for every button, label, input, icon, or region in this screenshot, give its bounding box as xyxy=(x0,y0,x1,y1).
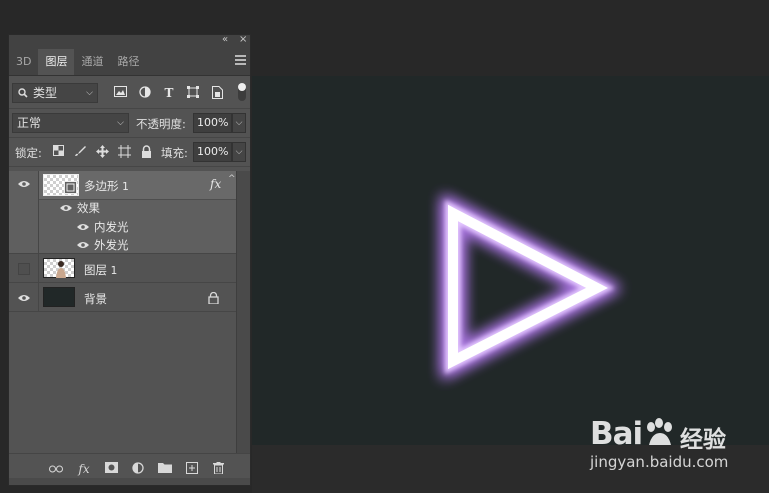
lock-pixels-icon[interactable] xyxy=(73,145,87,159)
opacity-label: 不透明度: xyxy=(136,117,186,131)
shape-filter-icon[interactable] xyxy=(186,86,200,100)
document-canvas[interactable] xyxy=(252,76,769,445)
shape-layer-badge-icon xyxy=(64,181,77,194)
effect-inner-glow[interactable]: 内发光 xyxy=(94,219,129,235)
collapse-icon[interactable]: « xyxy=(222,34,228,45)
eye-icon[interactable] xyxy=(77,241,89,249)
panel-menu-icon[interactable] xyxy=(235,55,246,65)
new-adjustment-layer-icon[interactable] xyxy=(130,462,146,476)
eye-icon xyxy=(18,295,30,301)
layers-panel: « × 3D 图层 通道 路径 类型 ⌵ T 正常 ⌵ 不透明度: 100% ⌵… xyxy=(8,34,251,486)
opacity-input[interactable]: 100% xyxy=(193,113,232,133)
search-icon xyxy=(18,88,28,98)
tab-layers[interactable]: 图层 xyxy=(38,49,75,75)
person-photo-icon xyxy=(56,261,66,278)
lock-row: 锁定: 填充: 100% ⌵ xyxy=(9,138,250,167)
fill-dropdown-icon[interactable]: ⌵ xyxy=(232,142,246,162)
visibility-checkbox xyxy=(18,263,30,275)
delete-layer-icon[interactable] xyxy=(210,462,226,476)
blend-mode-value: 正常 xyxy=(17,116,42,130)
visibility-toggle[interactable] xyxy=(9,283,39,311)
visibility-toggle[interactable] xyxy=(9,171,39,253)
tab-channels[interactable]: 通道 xyxy=(74,49,110,75)
blend-mode-select[interactable]: 正常 ⌵ xyxy=(12,113,129,133)
layer-thumbnail xyxy=(43,287,75,307)
lock-artboard-icon[interactable] xyxy=(117,145,131,159)
lock-label: 锁定: xyxy=(15,146,42,160)
layer-thumbnail xyxy=(43,174,79,196)
adjustment-filter-icon[interactable] xyxy=(138,86,152,100)
opacity-dropdown-icon[interactable]: ⌵ xyxy=(232,113,246,133)
new-layer-icon[interactable] xyxy=(184,462,200,476)
new-group-icon[interactable] xyxy=(157,462,173,476)
watermark-brand: Bai xyxy=(590,416,643,452)
layers-scrollbar[interactable] xyxy=(236,171,250,453)
watermark-cn: 经验 xyxy=(680,427,726,453)
effect-outer-glow[interactable]: 外发光 xyxy=(94,237,129,253)
layer-row-background[interactable]: 背景 xyxy=(9,283,236,312)
layers-list: 多边形 1 fx ^ 效果 内发光 外发光 图层 1 背景 xyxy=(9,171,250,453)
fill-label: 填充: xyxy=(161,146,188,160)
lock-transparent-icon[interactable] xyxy=(51,145,65,159)
panel-tabs: 3D 图层 通道 路径 xyxy=(9,48,250,76)
link-layers-icon[interactable] xyxy=(48,462,64,476)
lock-all-icon[interactable] xyxy=(139,145,153,159)
baidu-jingyan-watermark: Bai du 经验 jingyan.baidu.com xyxy=(590,408,760,478)
add-layer-style-icon[interactable]: fx xyxy=(76,462,92,476)
layer-name: 图层 1 xyxy=(84,263,118,277)
fill-input[interactable]: 100% xyxy=(193,142,232,162)
layer-thumbnail xyxy=(43,258,75,278)
layer-row-image[interactable]: 图层 1 xyxy=(9,254,236,283)
chevron-down-icon: ⌵ xyxy=(86,88,93,98)
panel-resize-grip[interactable] xyxy=(9,478,250,485)
chevron-up-icon[interactable]: ^ xyxy=(228,174,236,184)
visibility-toggle[interactable] xyxy=(9,254,39,282)
effects-label: 效果 xyxy=(77,201,100,215)
filter-kind-label: 类型 xyxy=(33,86,58,100)
neon-triangle-artwork xyxy=(442,194,622,379)
add-mask-icon[interactable] xyxy=(103,462,119,476)
paw-icon xyxy=(643,418,677,448)
tab-3d[interactable]: 3D xyxy=(9,49,38,75)
watermark-url: jingyan.baidu.com xyxy=(590,453,729,471)
tab-paths[interactable]: 路径 xyxy=(110,49,146,75)
panel-title-bar: « × xyxy=(9,34,250,48)
smart-object-filter-icon[interactable] xyxy=(210,86,224,100)
chevron-down-icon: ⌵ xyxy=(117,118,124,128)
layer-name: 多边形 1 xyxy=(84,179,129,193)
eye-icon xyxy=(18,181,30,187)
layer-effects-fx-icon[interactable]: fx xyxy=(210,177,221,191)
filter-toggle[interactable] xyxy=(238,83,246,101)
watermark-logo: Bai du xyxy=(590,416,678,452)
layer-row-polygon[interactable]: 多边形 1 fx ^ 效果 内发光 外发光 xyxy=(9,171,236,254)
filter-row: 类型 ⌵ T xyxy=(9,76,250,109)
close-icon[interactable]: × xyxy=(239,34,247,45)
blend-row: 正常 ⌵ 不透明度: 100% ⌵ xyxy=(9,109,250,138)
lock-icon xyxy=(208,292,219,304)
eye-icon[interactable] xyxy=(77,223,89,231)
type-filter-icon[interactable]: T xyxy=(162,86,176,100)
image-filter-icon[interactable] xyxy=(113,86,127,100)
eye-icon[interactable] xyxy=(60,204,72,212)
filter-kind-select[interactable]: 类型 ⌵ xyxy=(12,83,98,103)
layer-name: 背景 xyxy=(84,292,107,306)
lock-position-icon[interactable] xyxy=(95,145,109,159)
